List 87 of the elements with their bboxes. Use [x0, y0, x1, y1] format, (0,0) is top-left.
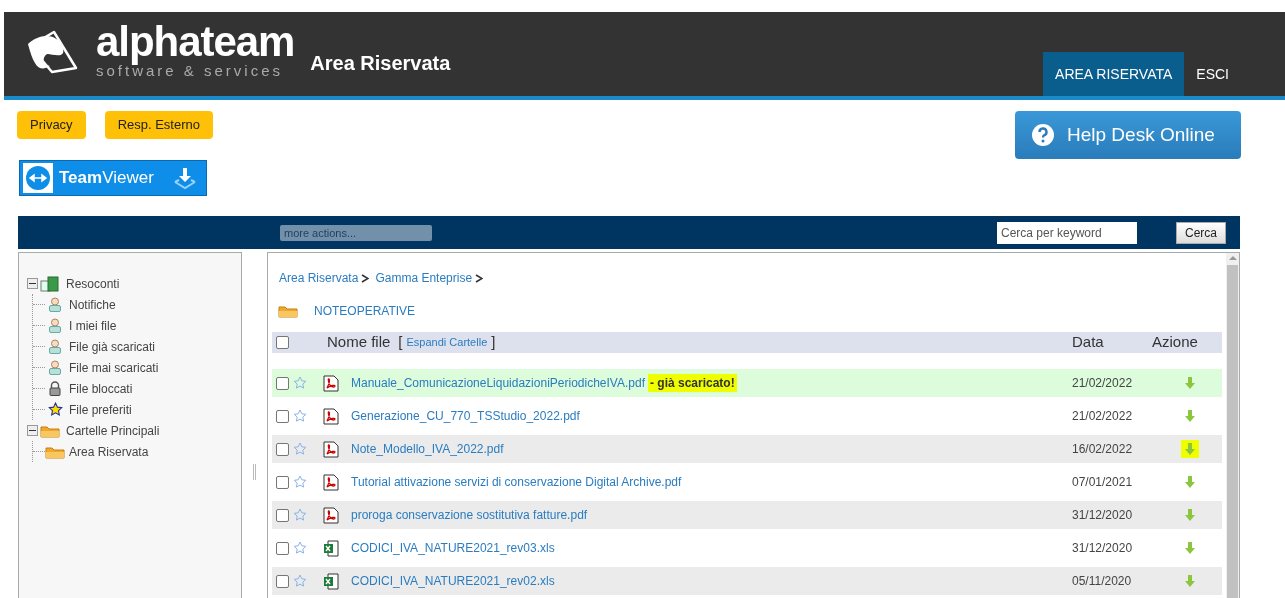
date-cell-text: 31/12/2020: [1072, 540, 1134, 557]
folder-icon: [278, 304, 298, 318]
tree-item[interactable]: I miei file: [69, 316, 117, 335]
help-icon: [1031, 123, 1055, 147]
star-icon[interactable]: [293, 574, 307, 588]
file-link[interactable]: CODICI_IVA_NATURE2021_rev03.xls: [351, 539, 555, 557]
star-icon[interactable]: [293, 475, 307, 489]
folder-group-icon: [40, 275, 60, 292]
star-icon[interactable]: [293, 376, 307, 390]
bracket-text: [: [398, 332, 403, 353]
file-link[interactable]: Tutorial attivazione servizi di conservazione Digital Archive.pdf: [351, 473, 682, 491]
checkbox[interactable]: [276, 376, 289, 390]
chevron-icon: [475, 273, 484, 283]
spreadsheet-file-icon: [323, 539, 339, 557]
link-button[interactable]: Privacy: [17, 111, 86, 139]
person-icon: [48, 339, 62, 354]
collapse-toggle[interactable]: [27, 278, 38, 289]
expand-folders-link[interactable]: Espandi Cartelle: [406, 334, 488, 351]
page-title: Area Riservata: [310, 51, 451, 76]
file-row[interactable]: Note_Modello_IVA_2022.pdf 16/02/2022: [272, 435, 1222, 463]
nav-link[interactable]: ESCI: [1184, 52, 1241, 96]
star-icon[interactable]: [293, 541, 307, 555]
pdf-file-icon: [323, 440, 339, 458]
tree-item[interactable]: File già scaricati: [69, 337, 156, 356]
file-link[interactable]: CODICI_IVA_NATURE2021_rev02.xls: [351, 572, 555, 590]
tree-item[interactable]: Notifiche: [69, 295, 116, 314]
file-row[interactable]: Manuale_ComunicazioneLiquidazioniPeriodicheIVA.pdf - già scaricato! 21/02/2022: [272, 369, 1222, 397]
date-cell-text: 21/02/2022: [1072, 375, 1134, 392]
breadcrumb-link[interactable]: Area Riservata: [279, 269, 359, 287]
downloaded-note: - già scaricato!: [647, 374, 737, 392]
teamviewer-logo-icon: [23, 163, 53, 193]
tree-item[interactable]: File preferiti: [69, 400, 132, 419]
download-icon: [173, 166, 197, 190]
folder-icon: [45, 444, 65, 459]
chevron-icon: [361, 273, 370, 283]
checkbox[interactable]: [276, 541, 289, 555]
pdf-file-icon: [323, 407, 339, 425]
splitter-handle[interactable]: [253, 464, 256, 480]
date-cell-text: 07/01/2021: [1072, 474, 1134, 491]
tree-item[interactable]: Area Riservata: [69, 442, 149, 461]
scroll-up-icon[interactable]: [1228, 253, 1237, 263]
date-cell-text: 21/02/2022: [1072, 408, 1134, 425]
star-icon: [47, 402, 63, 417]
tree-item[interactable]: Cartelle Principali: [66, 421, 160, 440]
column-header: Azione: [1152, 332, 1199, 353]
person-icon: [48, 360, 62, 375]
star-icon[interactable]: [293, 442, 307, 456]
checkbox[interactable]: [276, 475, 289, 489]
breadcrumb-link[interactable]: Gamma Enteprise: [375, 269, 473, 287]
file-link[interactable]: Manuale_ComunicazioneLiquidazioniPeriodicheIVA.pdf: [351, 374, 645, 392]
search-field[interactable]: Cerca per keyword: [997, 221, 1137, 244]
bracket-text: ]: [491, 332, 496, 353]
star-icon[interactable]: [293, 409, 307, 423]
tree-item[interactable]: File bloccati: [69, 379, 133, 398]
star-icon[interactable]: [293, 508, 307, 522]
checkbox[interactable]: [276, 409, 289, 423]
column-header: Nome file: [327, 332, 391, 353]
lock-icon: [48, 381, 62, 396]
pdf-file-icon: [323, 374, 339, 392]
file-row[interactable]: CODICI_IVA_NATURE2021_rev02.xls 05/11/2020: [272, 567, 1222, 595]
search-button[interactable]: Cerca: [1176, 221, 1226, 244]
helpdesk-button[interactable]: Help Desk Online: [1015, 111, 1241, 159]
file-link[interactable]: Note_Modello_IVA_2022.pdf: [351, 440, 504, 458]
tree-item[interactable]: Resoconti: [66, 274, 120, 293]
folder-link[interactable]: NOTEOPERATIVE: [314, 302, 416, 320]
column-header: Data: [1072, 332, 1105, 353]
file-row[interactable]: proroga conservazione sostitutiva fatture.pdf 31/12/2020: [272, 501, 1222, 529]
file-link[interactable]: Generazione_CU_770_TSStudio_2022.pdf: [351, 407, 580, 425]
checkbox[interactable]: [276, 442, 289, 456]
collapse-toggle[interactable]: [27, 425, 38, 436]
person-icon: [48, 318, 62, 333]
checkbox[interactable]: [276, 574, 289, 588]
nav-link[interactable]: AREA RISERVATA: [1043, 52, 1185, 96]
file-link[interactable]: proroga conservazione sostitutiva fatture.pdf: [351, 506, 588, 524]
checkbox[interactable]: [276, 336, 289, 349]
checkbox[interactable]: [276, 508, 289, 522]
date-cell-text: 31/12/2020: [1072, 507, 1134, 524]
tree-item[interactable]: File mai scaricati: [69, 358, 159, 377]
scrollbar[interactable]: [1226, 253, 1239, 598]
date-cell-text: 05/11/2020: [1072, 573, 1133, 590]
date-cell-text: 16/02/2022: [1072, 441, 1134, 458]
person-icon: [48, 297, 62, 312]
spreadsheet-file-icon: [323, 572, 339, 590]
pdf-file-icon: [323, 473, 339, 491]
pdf-file-icon: [323, 506, 339, 524]
link-button[interactable]: Resp. Esterno: [104, 111, 213, 139]
folder-icon: [40, 423, 60, 438]
